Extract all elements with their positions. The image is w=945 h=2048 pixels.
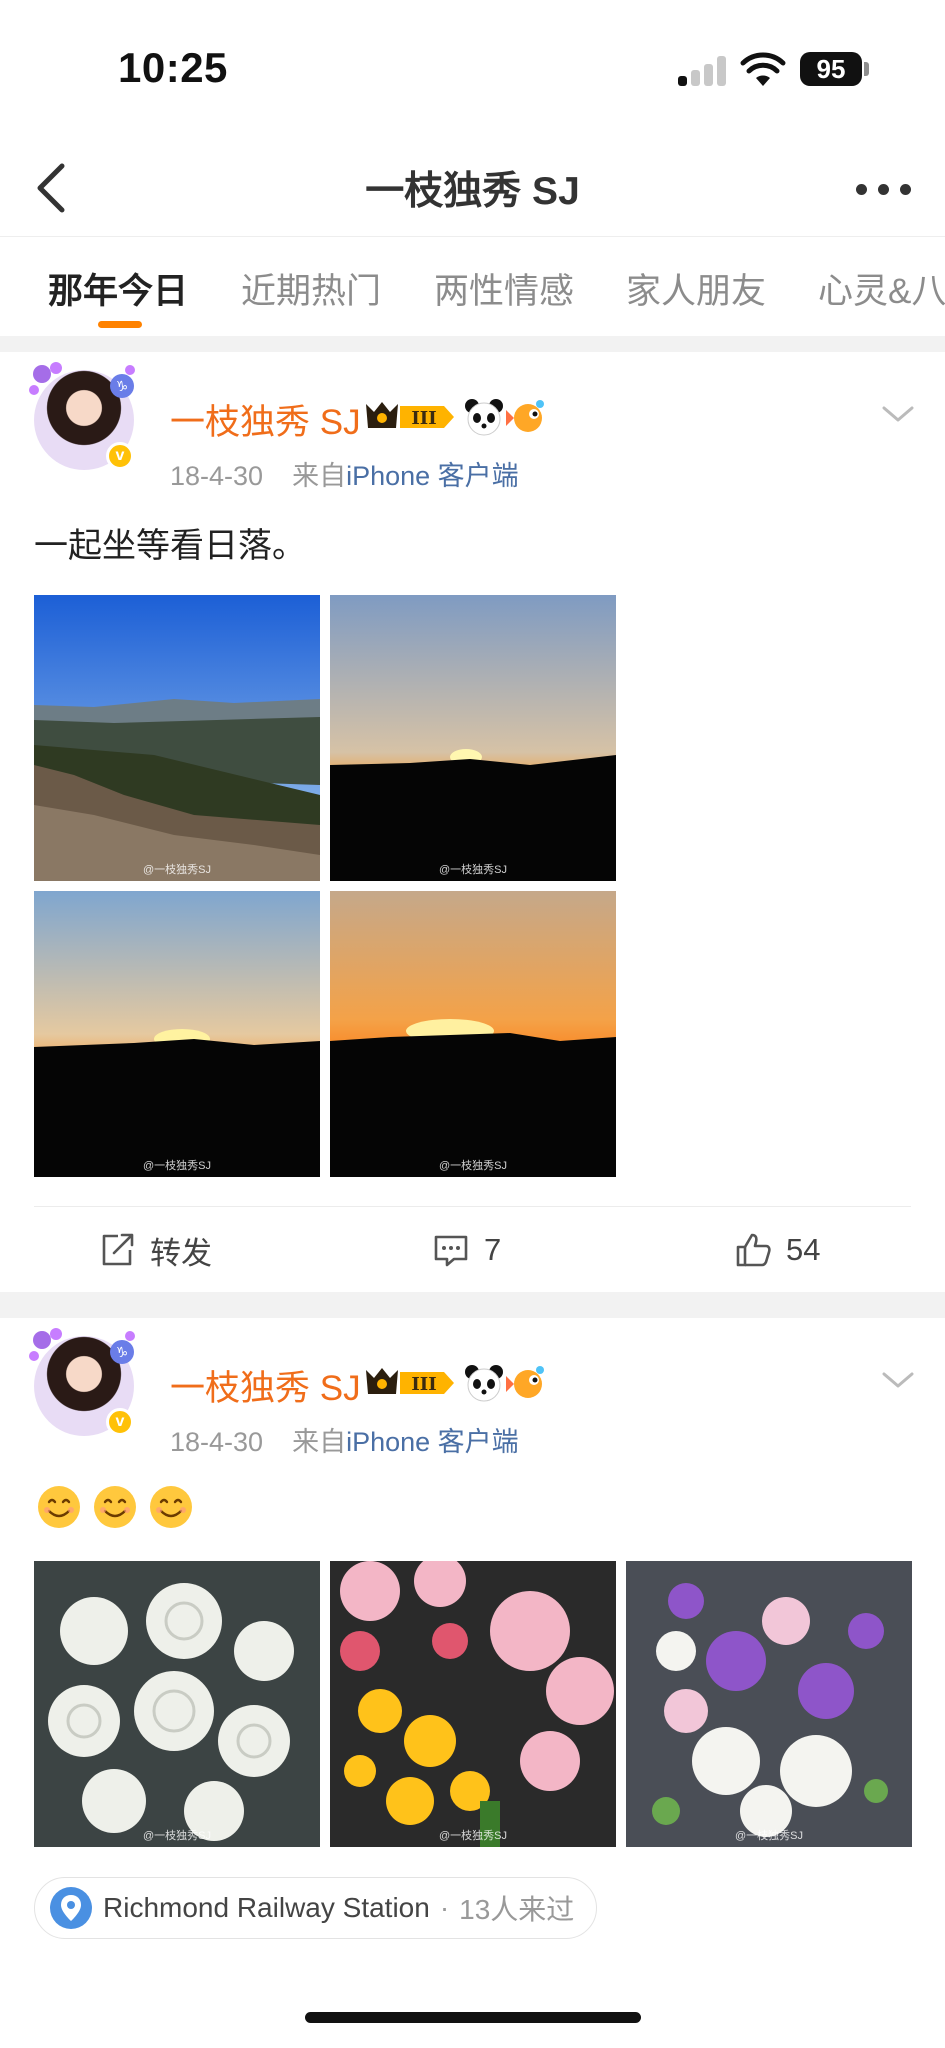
page-title: 一枝独秀 SJ [365,170,580,213]
smile-emoji-icon: 😊 [38,1486,80,1528]
tab-family-friends[interactable]: 家人朋友 [626,263,766,314]
panda-icon [465,1365,503,1402]
photo-watermark: @一枝独秀SJ [142,1830,211,1842]
location-visitors: 13人来过 [459,1894,575,1925]
svg-text:♑: ♑ [116,379,129,395]
active-tab-indicator [98,321,142,328]
photo-watermark: @一枝独秀SJ [734,1830,803,1842]
status-bar: 10:25 95 [0,0,945,140]
smile-emoji-icon: 😊 [94,1486,136,1528]
comment-button[interactable]: 7 [432,1225,501,1275]
verified-badge-icon: v [106,1408,134,1436]
post-date: 18-4-30 [170,1427,264,1457]
photo-thumbnail[interactable]: @一枝独秀SJ [330,595,616,881]
location-name: Richmond Railway Station [103,1892,430,1923]
vip-crown-icon: III [366,1368,454,1395]
svg-text:III: III [411,1374,436,1395]
tab-recent-hot[interactable]: 近期热门 [241,263,381,314]
photo-watermark: @一枝独秀SJ [142,864,211,876]
chevron-down-icon[interactable] [880,1368,916,1392]
white-roses-photo [34,1561,320,1847]
fish-icon [506,1366,544,1398]
battery-indicator: 95 [800,52,862,86]
photo-thumbnail[interactable]: @一枝独秀SJ [330,1561,616,1847]
location-tag[interactable]: Richmond Railway Station · 13人来过 [34,1877,598,1939]
sunset-photo [330,891,616,1177]
status-time: 10:25 [118,44,228,91]
post-date: 18-4-30 [170,461,264,491]
carnations-photo [330,1561,616,1847]
like-button[interactable]: 54 [734,1225,820,1275]
photo-watermark: @一枝独秀SJ [438,1160,507,1172]
post-emoji-row: 😊 😊 😊 [36,1484,194,1530]
battery-cap [864,62,869,76]
tab-relationships[interactable]: 两性情感 [434,263,574,314]
source-prefix: 来自 [292,461,347,491]
photo-watermark: @一枝独秀SJ [438,1830,507,1842]
post-text: 一起坐等看日落。 [34,527,306,565]
comment-icon [434,1235,468,1267]
username[interactable]: 一枝独秀 SJ [170,394,361,445]
photo-thumbnail[interactable]: @一枝独秀SJ [34,1561,320,1847]
avatar[interactable]: ♑ v [29,1328,135,1436]
photo-thumbnail[interactable]: @一枝独秀SJ [626,1561,912,1847]
repost-label: 转发 [150,1235,212,1271]
like-count: 54 [786,1232,821,1267]
source-prefix: 来自 [292,1427,347,1457]
fish-icon [506,400,544,432]
post-meta: 18-4-30 来自iPhone 客户端 [170,454,519,493]
post-meta: 18-4-30 来自iPhone 客户端 [170,1420,519,1459]
photo-thumbnail[interactable]: @一枝独秀SJ [330,891,616,1177]
thumbs-up-icon [736,1233,771,1267]
repost-icon [102,1233,134,1266]
vip-crown-icon: III [366,402,454,429]
location-separator: · [439,1892,450,1923]
photo-watermark: @一枝独秀SJ [438,864,507,876]
nav-bar: 一枝独秀 SJ [0,140,945,236]
sunset-photo [34,891,320,1177]
location-pin-icon [50,1887,92,1929]
panda-icon [465,399,503,436]
lisianthus-photo [626,1561,912,1847]
action-divider [34,1206,911,1207]
photo-thumbnail[interactable]: @一枝独秀SJ [34,891,320,1177]
wifi-icon [740,52,786,86]
home-indicator[interactable] [305,2012,641,2023]
chevron-down-icon[interactable] [880,402,916,426]
mountain-photo [34,595,320,881]
username[interactable]: 一枝独秀 SJ [170,1360,361,1411]
section-divider [0,336,945,352]
avatar[interactable]: ♑ v [29,362,135,470]
photo-watermark: @一枝独秀SJ [142,1160,211,1172]
tab-bar: 那年今日 近期热门 两性情感 家人朋友 心灵&八 [0,236,945,336]
smile-emoji-icon: 😊 [150,1486,192,1528]
comment-count: 7 [484,1232,502,1267]
repost-button[interactable]: 转发 [98,1225,212,1275]
verified-badge-icon: v [106,442,134,470]
post-card: ♑ v 一枝独秀 SJ III 18-4-30 来自iPhone 客户端 [0,1318,945,2048]
section-divider [0,1292,945,1318]
post-card: ♑ v 一枝独秀 SJ III 18-4-30 来自iPhone 客户端 [0,352,945,1292]
more-options-button[interactable] [848,164,918,214]
tab-soul[interactable]: 心灵&八 [818,263,945,314]
tab-on-this-day[interactable]: 那年今日 [48,263,188,314]
post-source-link[interactable]: iPhone 客户端 [346,1427,519,1457]
svg-text:♑: ♑ [116,1345,129,1361]
svg-text:III: III [411,408,436,429]
photo-thumbnail[interactable]: @一枝独秀SJ [34,595,320,881]
cellular-signal-icon [678,56,726,86]
post-source-link[interactable]: iPhone 客户端 [346,461,519,491]
sunset-photo [330,595,616,881]
